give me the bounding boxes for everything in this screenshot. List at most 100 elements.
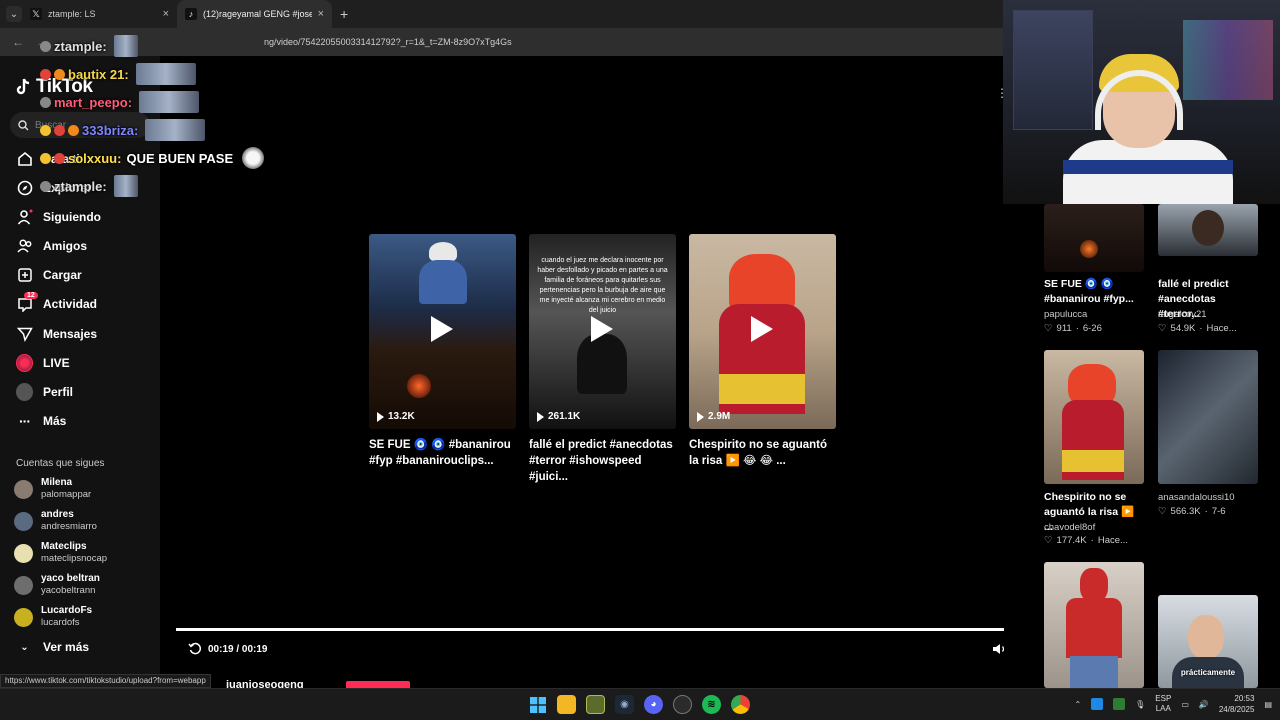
system-tray: ⌃ 🎙 ESP LAA ▭ 🔊 20:53 24/8/2025 ▤ — [1074, 693, 1272, 715]
chat-message: 333briza: — [40, 116, 264, 144]
sidebar-item-live[interactable]: LIVE — [16, 352, 70, 374]
tab-search-button[interactable]: ⌄ — [6, 6, 22, 22]
volume-tray-icon[interactable]: 🔊 — [1199, 700, 1209, 709]
sidebar-item-actividad[interactable]: 12 Actividad — [16, 291, 97, 315]
related-video-author[interactable]: angelcoy21 — [1158, 309, 1207, 320]
followed-account[interactable]: andres andresmiarro — [14, 509, 97, 533]
view-count: 261.1K — [537, 411, 580, 422]
followed-account[interactable]: Milena palomappar — [14, 477, 91, 501]
sidebar-item-mensajes[interactable]: Mensajes — [16, 323, 97, 345]
back-icon[interactable]: ← — [6, 35, 30, 49]
video-thumbnail[interactable]: 13.2K — [369, 234, 516, 429]
related-video-title[interactable]: SE FUE 🧿 🧿 #bananirou #fyp... — [1044, 277, 1144, 307]
status-link-preview: https://www.tiktok.com/tiktokstudio/uplo… — [0, 674, 211, 688]
chat-username: 333briza: — [82, 122, 139, 138]
obs-icon[interactable] — [673, 695, 692, 714]
video-title[interactable]: fallé el predict #anecdotas #terror #ish… — [529, 437, 676, 485]
sidebar-item-mas[interactable]: ··· Más — [16, 410, 66, 432]
playback-controls: 00:19 / 00:19 — [188, 642, 268, 656]
chat-text: QUE BUEN PASE — [126, 150, 234, 166]
close-tab-icon[interactable]: × — [318, 8, 324, 20]
url-text[interactable]: ng/video/7542205500331412792?_r=1&_t=ZM-… — [264, 37, 512, 47]
windows-taskbar: ◉ ◕ ≋ ⌃ 🎙 ESP LAA ▭ 🔊 20:53 24/8/2025 ▤ — [0, 688, 1280, 720]
network-icon[interactable]: ▭ — [1181, 700, 1189, 709]
sidebar-item-cargar[interactable]: Cargar — [16, 264, 82, 286]
avatar — [14, 479, 33, 499]
tray-app-icon[interactable] — [1113, 698, 1126, 710]
related-video-thumbnail[interactable] — [1158, 350, 1258, 484]
home-icon — [16, 151, 33, 168]
chat-badge-icon — [54, 124, 65, 136]
suggested-video-card[interactable]: 2.9M Chespirito no se aguantó la risa ▶️… — [689, 234, 836, 469]
new-tab-icon[interactable]: + — [340, 6, 348, 22]
close-tab-icon[interactable]: × — [163, 8, 169, 20]
search-icon — [18, 119, 29, 130]
avatar — [14, 575, 33, 595]
see-more-button[interactable]: ⌄ Ver más — [16, 636, 89, 658]
notifications-icon[interactable]: ▤ — [1264, 700, 1272, 709]
chat-message: bautix 21: — [40, 60, 264, 88]
windows-start-icon[interactable] — [528, 695, 547, 714]
laughing-emote-icon — [242, 147, 265, 169]
related-video-author[interactable]: chavodel8of — [1044, 522, 1095, 533]
video-thumbnail[interactable]: cuando el juez me declara inocente por h… — [529, 234, 676, 429]
followed-account[interactable]: LucardoFs lucardofs — [14, 605, 92, 629]
related-video-author[interactable]: anasandaloussi10 — [1158, 492, 1235, 503]
video-title[interactable]: Chespirito no se aguantó la risa ▶️ 😂 😂 … — [689, 437, 836, 469]
chat-badge-icon — [40, 180, 51, 192]
related-video-author[interactable]: papulucca — [1044, 309, 1087, 320]
account-name: LucardoFs — [41, 605, 93, 616]
sidebar-item-label: Cargar — [43, 268, 82, 282]
heart-icon: ♡ — [1044, 535, 1053, 546]
view-count: 13.2K — [377, 411, 415, 422]
streamer-webcam — [1003, 0, 1280, 204]
chat-badge-icon — [40, 96, 51, 108]
chat-emote-icon — [135, 63, 196, 85]
chat-badge-icon — [40, 40, 51, 52]
discord-icon[interactable]: ◕ — [644, 695, 663, 714]
taskbar-apps: ◉ ◕ ≋ — [528, 695, 750, 714]
chrome-icon[interactable] — [731, 695, 750, 714]
play-small-icon — [537, 411, 544, 422]
spotify-icon[interactable]: ≋ — [702, 695, 721, 714]
sidebar-item-amigos[interactable]: Amigos — [16, 235, 87, 257]
play-small-icon — [697, 411, 704, 422]
file-explorer-icon[interactable] — [557, 695, 576, 714]
suggested-video-card[interactable]: cuando el juez me declara inocente por h… — [529, 234, 676, 485]
video-progress-bar[interactable] — [176, 628, 1028, 631]
video-title[interactable]: SE FUE 🧿 🧿 #bananirou #fyp #bananiroucli… — [369, 437, 516, 469]
view-count: 2.9M — [697, 411, 730, 422]
steam-icon[interactable]: ◉ — [615, 695, 634, 714]
compass-icon — [16, 180, 33, 197]
sidebar-item-perfil[interactable]: Perfil — [16, 381, 73, 403]
related-video-thumbnail[interactable] — [1044, 350, 1144, 484]
browser-tab[interactable]: 𝕏 ztample: LS × — [22, 0, 177, 28]
related-video-thumbnail[interactable] — [1158, 204, 1258, 256]
video-thumbnail[interactable]: 2.9M — [689, 234, 836, 429]
related-video-thumbnail[interactable]: prácticamente — [1158, 595, 1258, 688]
followed-account[interactable]: yaco beltran yacobeltrann — [14, 573, 100, 597]
followed-account[interactable]: Mateclips mateclipsnocap — [14, 541, 107, 565]
chat-badge-icon — [40, 68, 51, 80]
game-app-icon[interactable] — [586, 695, 605, 714]
chat-message: ztample: — [40, 32, 264, 60]
sidebar-item-siguiendo[interactable]: Siguiendo — [16, 206, 101, 228]
browser-tab-active[interactable]: ♪ (12)rageyamal GENG #joseo #j × — [177, 0, 332, 28]
tab-title: ztample: LS — [48, 9, 96, 19]
tray-app-icon[interactable] — [1091, 698, 1104, 710]
replay-icon[interactable] — [188, 642, 202, 656]
related-video-thumbnail[interactable] — [1044, 204, 1144, 272]
chat-badge-icon — [54, 152, 65, 164]
related-videos-column: SE FUE 🧿 🧿 #bananirou #fyp... papulucca … — [1004, 204, 1280, 696]
related-video-thumbnail[interactable] — [1044, 562, 1144, 688]
microphone-icon[interactable]: 🎙 — [1135, 700, 1145, 709]
tray-expand-icon[interactable]: ⌃ — [1074, 700, 1081, 709]
language-indicator[interactable]: ESP LAA — [1155, 694, 1171, 714]
suggested-video-card[interactable]: 13.2K SE FUE 🧿 🧿 #bananirou #fyp #banani… — [369, 234, 516, 469]
chat-badge-icon — [40, 152, 51, 164]
tiktok-logo-icon — [16, 78, 30, 95]
chat-emote-icon — [113, 175, 138, 197]
thumbnail-caption: prácticamente — [1180, 668, 1236, 677]
tab-title: (12)rageyamal GENG #joseo #j — [203, 9, 312, 19]
system-clock[interactable]: 20:53 24/8/2025 — [1219, 693, 1255, 715]
